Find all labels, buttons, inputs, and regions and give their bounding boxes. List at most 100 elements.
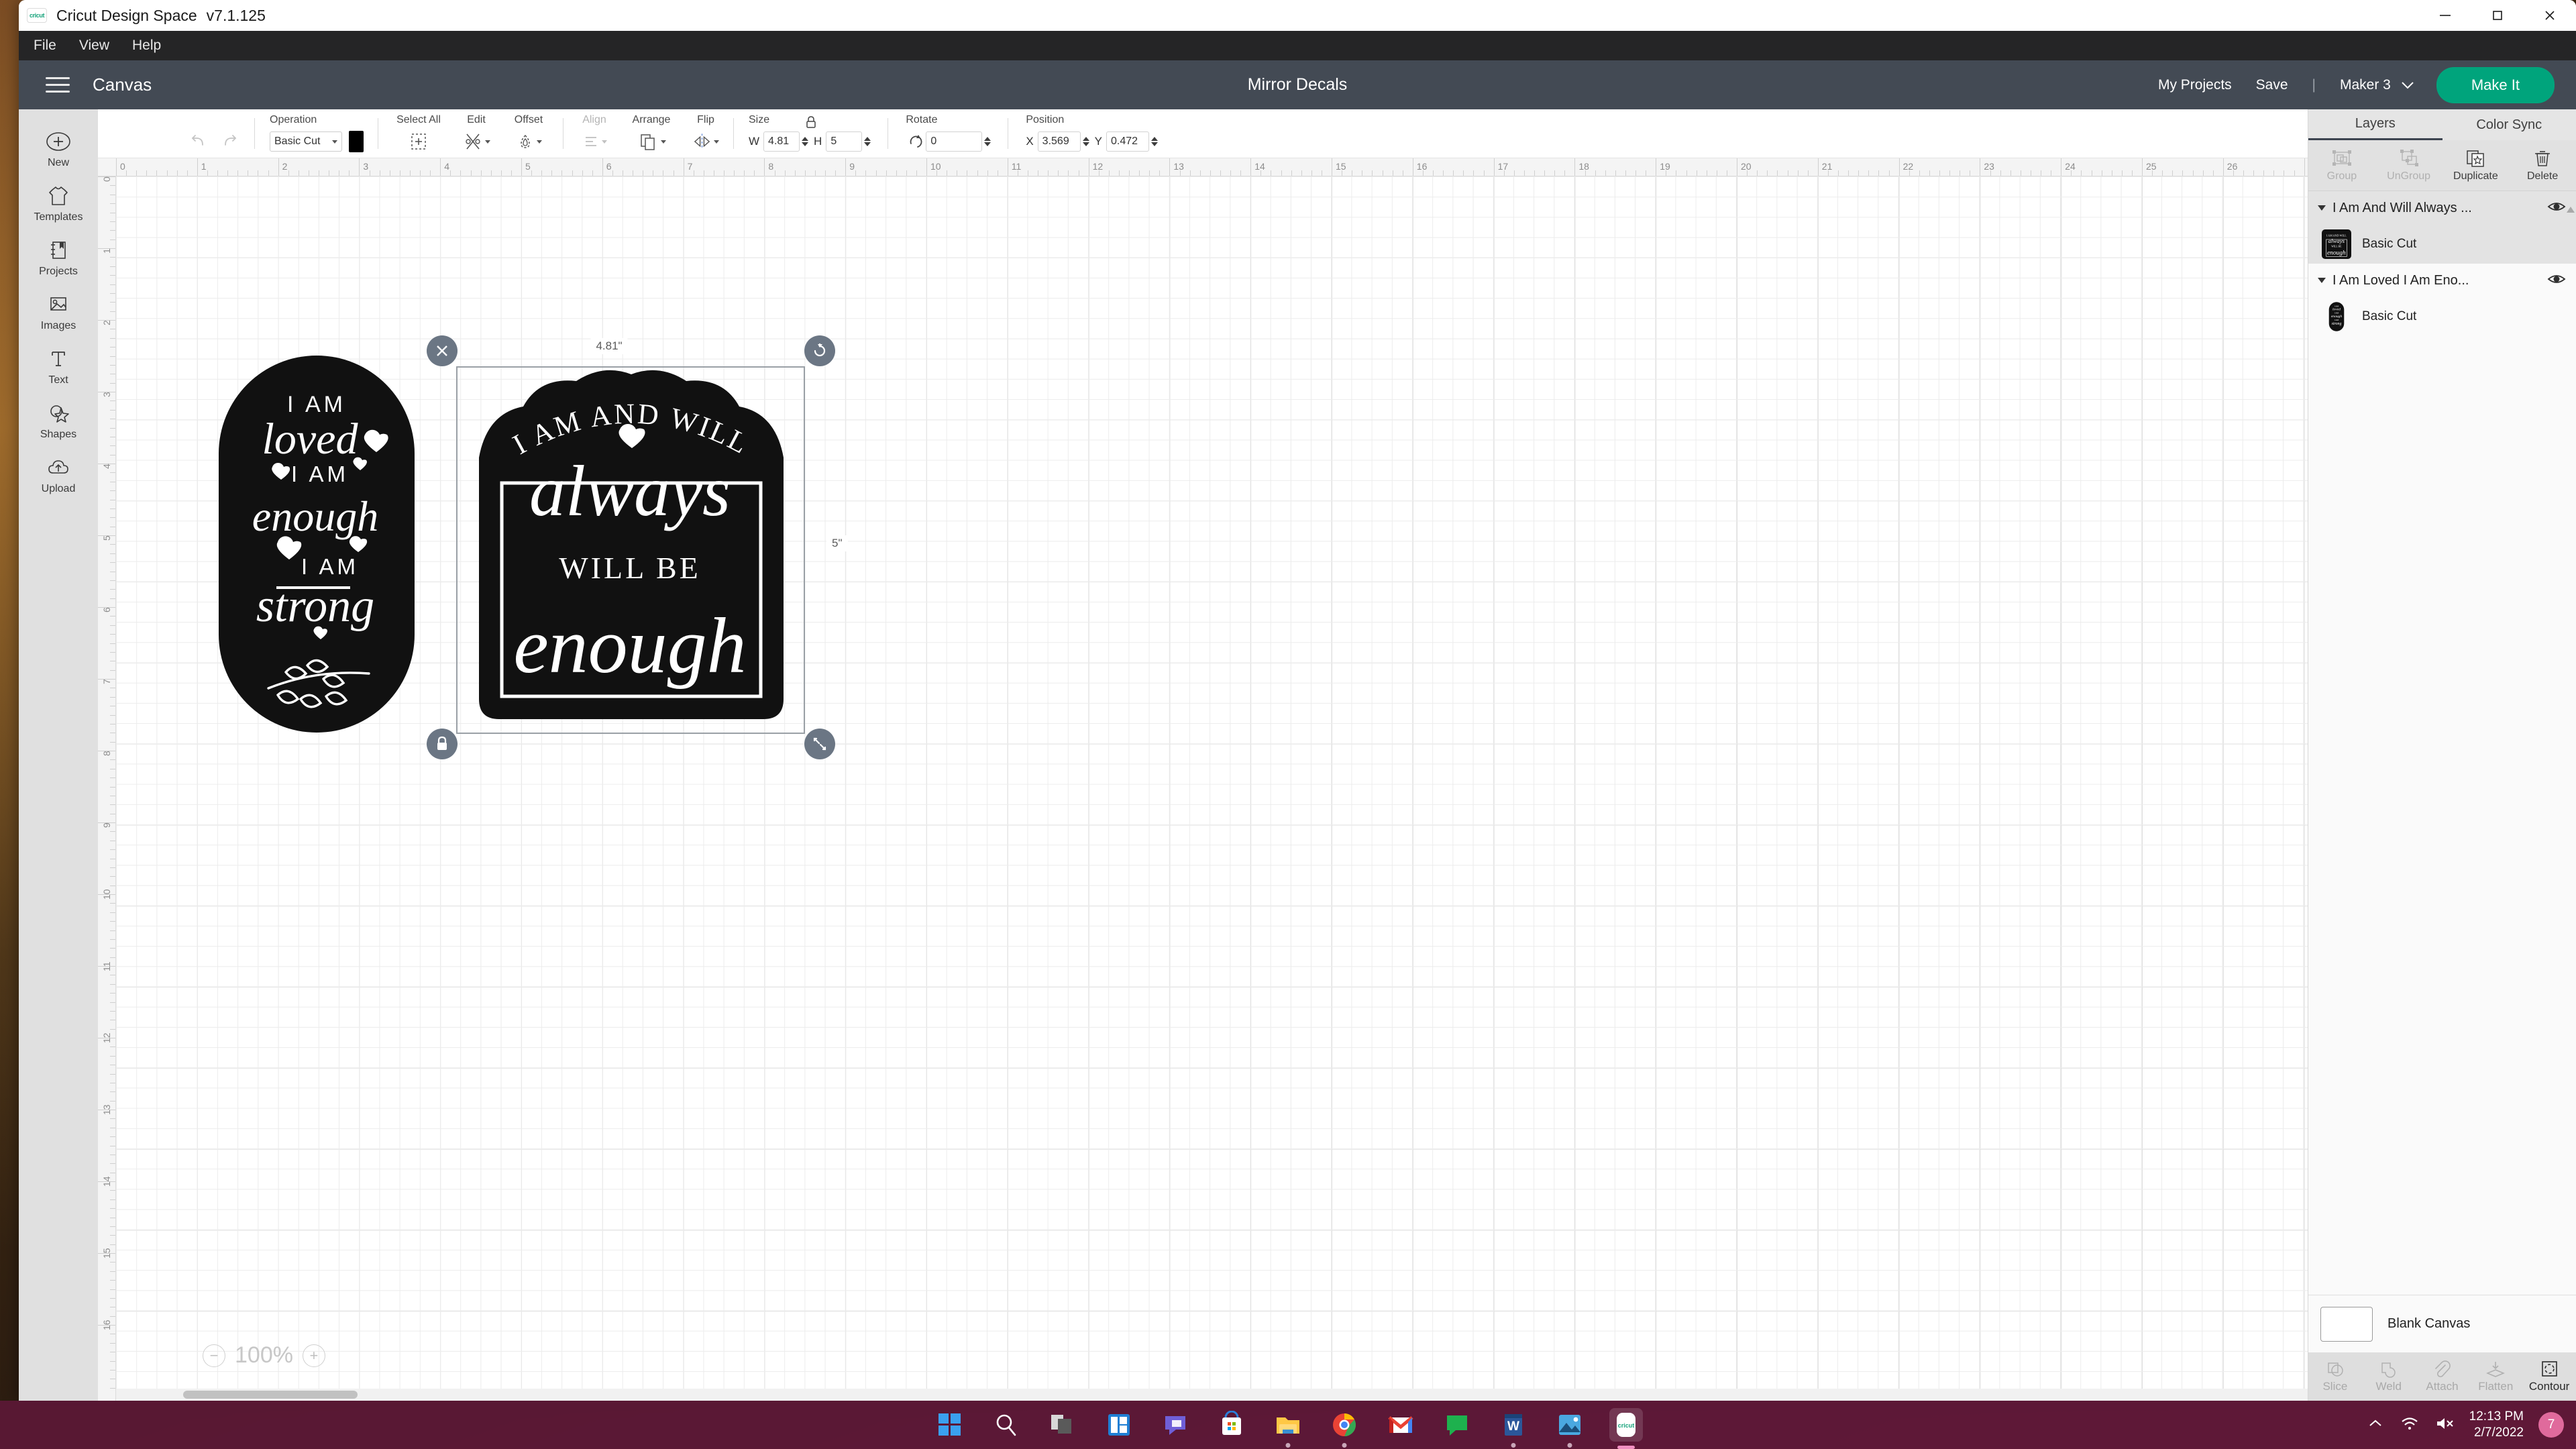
microsoft-word-icon[interactable]: W [1497, 1408, 1530, 1442]
attach-button[interactable]: Attach [2416, 1352, 2469, 1401]
height-input[interactable]: 5 [826, 131, 862, 152]
collapse-caret-icon[interactable] [2318, 205, 2326, 211]
operation-select[interactable]: Basic Cut [270, 131, 342, 152]
make-it-button[interactable]: Make It [2436, 67, 2555, 103]
menu-file[interactable]: File [34, 38, 56, 54]
width-stepper[interactable] [802, 137, 808, 146]
edit-button[interactable] [462, 131, 491, 152]
collapse-caret-icon[interactable] [2318, 278, 2326, 283]
group-button[interactable]: Group [2308, 140, 2375, 191]
position-x-stepper[interactable] [1083, 137, 1089, 146]
chevron-up-icon[interactable] [2366, 1417, 2385, 1434]
menu-view[interactable]: View [79, 38, 109, 54]
lock-aspect-ratio-icon[interactable] [804, 115, 818, 133]
position-x-input[interactable]: 3.569 [1038, 131, 1081, 152]
tab-layers[interactable]: Layers [2308, 109, 2443, 140]
task-view-icon[interactable] [1046, 1408, 1079, 1442]
canvas-background-row[interactable]: Blank Canvas [2308, 1295, 2576, 1352]
save-button[interactable]: Save [2256, 77, 2288, 93]
menu-help[interactable]: Help [132, 38, 161, 54]
ruler-tick: 6 [606, 161, 612, 172]
duplicate-button[interactable]: Duplicate [2443, 140, 2510, 191]
sidebar-item-images[interactable]: Images [19, 284, 98, 339]
canvas-color-swatch[interactable] [2320, 1307, 2373, 1342]
start-windows-icon[interactable] [933, 1408, 967, 1442]
my-projects-button[interactable]: My Projects [2158, 77, 2232, 93]
layer-group-i-am-loved[interactable]: I Am Loved I Am Eno... I AM loved [2308, 264, 2576, 336]
layer-row[interactable]: I AM AND WILL always WILL BE enough Basi… [2308, 225, 2576, 264]
flatten-button[interactable]: Flatten [2469, 1352, 2522, 1401]
eye-icon[interactable] [2546, 199, 2567, 217]
microsoft-store-icon[interactable] [1215, 1408, 1248, 1442]
ruler-tick: 0 [120, 161, 125, 172]
chat-icon[interactable] [1159, 1408, 1192, 1442]
position-y-input[interactable]: 0.472 [1106, 131, 1149, 152]
tab-color-sync[interactable]: Color Sync [2443, 109, 2576, 140]
layer-group-always-enough[interactable]: I Am And Will Always ... I AM AND WILL [2308, 191, 2576, 264]
clock[interactable]: 12:13 PM 2/7/2022 [2469, 1409, 2524, 1441]
sidebar-item-shapes[interactable]: Shapes [19, 393, 98, 447]
select-all-button[interactable] [393, 131, 444, 152]
ungroup-button[interactable]: UnGroup [2375, 140, 2443, 191]
svg-text:I AM: I AM [2334, 311, 2339, 314]
undo-icon[interactable] [188, 133, 208, 150]
notification-badge[interactable]: 7 [2538, 1412, 2564, 1438]
align-button[interactable] [578, 131, 610, 152]
sidebar-item-new[interactable]: New [19, 121, 98, 176]
google-chrome-icon[interactable] [1328, 1408, 1361, 1442]
slice-button[interactable]: Slice [2308, 1352, 2362, 1401]
lock-selection-handle[interactable] [427, 729, 458, 759]
sidebar-item-projects[interactable]: Projects [19, 230, 98, 284]
machine-selector[interactable]: Maker 3 [2340, 77, 2415, 93]
widgets-icon[interactable] [1102, 1408, 1136, 1442]
ruler-tick: 11 [101, 961, 112, 971]
zoom-control[interactable]: − 100% + [203, 1342, 325, 1368]
design-canvas[interactable]: 0123456789101112131415161718192021222324… [98, 158, 2308, 1401]
delete-selection-handle[interactable] [427, 335, 458, 366]
rotate-stepper[interactable] [984, 137, 991, 146]
volume-muted-icon[interactable] [2434, 1415, 2455, 1435]
width-input[interactable]: 4.81 [763, 131, 800, 152]
layer-group-header[interactable]: I Am Loved I Am Eno... [2308, 264, 2576, 297]
redo-icon[interactable] [220, 133, 240, 150]
offset-button[interactable] [508, 131, 549, 152]
wifi-icon[interactable] [2400, 1415, 2420, 1435]
sidebar-item-text[interactable]: Text [19, 339, 98, 393]
position-y-stepper[interactable] [1151, 137, 1158, 146]
layers-list[interactable]: I Am And Will Always ... I AM AND WILL [2308, 191, 2576, 1295]
i-am-loved-decal[interactable]: I AM loved I AM enough I AM strong [216, 353, 417, 735]
canvas-background-label: Blank Canvas [2387, 1316, 2470, 1332]
search-icon[interactable] [989, 1408, 1023, 1442]
sidebar-item-upload[interactable]: Upload [19, 447, 98, 502]
operation-color-swatch[interactable] [349, 131, 364, 152]
minimize-icon[interactable] [2419, 0, 2471, 31]
resize-selection-handle[interactable] [804, 729, 835, 759]
close-icon[interactable] [2524, 0, 2576, 31]
selection-bounding-box[interactable] [456, 366, 805, 734]
height-stepper[interactable] [864, 137, 871, 146]
scrollbar-thumb[interactable] [183, 1391, 358, 1399]
delete-button[interactable]: Delete [2509, 140, 2576, 191]
messages-icon[interactable] [1440, 1408, 1474, 1442]
hamburger-menu-icon[interactable] [46, 77, 70, 93]
layer-row[interactable]: I AM loved I AM enough I AM strong Basic… [2308, 297, 2576, 336]
layer-group-header[interactable]: I Am And Will Always ... [2308, 191, 2576, 225]
file-explorer-icon[interactable] [1271, 1408, 1305, 1442]
rotate-selection-handle[interactable] [804, 335, 835, 366]
position-x-value: 3.569 [1042, 136, 1069, 148]
eye-icon[interactable] [2546, 272, 2567, 290]
canvas-horizontal-scrollbar[interactable] [116, 1389, 2308, 1401]
gmail-icon[interactable] [1384, 1408, 1417, 1442]
flip-button[interactable] [692, 131, 719, 152]
maximize-icon[interactable] [2471, 0, 2524, 31]
contour-button[interactable]: Contour [2522, 1352, 2576, 1401]
arrange-button[interactable] [625, 131, 678, 152]
weld-button[interactable]: Weld [2362, 1352, 2416, 1401]
zoom-in-button[interactable]: + [303, 1344, 325, 1367]
sidebar-item-templates[interactable]: Templates [19, 176, 98, 230]
photos-icon[interactable] [1553, 1408, 1587, 1442]
cricut-design-space-icon[interactable]: cricut [1609, 1408, 1643, 1442]
layers-scrollbar[interactable] [2567, 195, 2573, 1268]
rotate-input[interactable]: 0 [926, 131, 982, 152]
zoom-out-button[interactable]: − [203, 1344, 225, 1367]
